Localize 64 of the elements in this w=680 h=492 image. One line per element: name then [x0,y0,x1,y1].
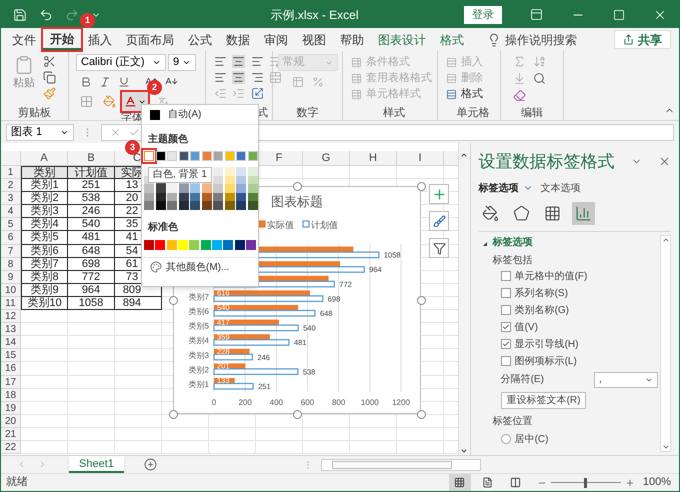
checkbox-label: 显示引导线(H) [514,338,578,352]
table-cell: 类别4 [21,218,68,232]
axis-tick-label: 1200 [392,398,410,407]
group-label: 样式 [383,106,405,120]
table-cell: 1058 [68,296,115,310]
category-label: 类别5 [188,322,209,331]
panel-title: 设置数据标签格式 [478,151,616,173]
table-cell: 251 [68,179,115,192]
table-cell: 246 [68,205,115,218]
table-cell: 类别 [21,166,68,180]
status-text: 就绪 [6,475,28,490]
group-label: 单元格 [456,106,490,120]
table-cell: 698 [68,258,115,271]
legend-label: 实际值 [267,220,294,230]
category-label: 类别4 [188,336,209,346]
zoom-level: 100% [642,475,671,490]
checkbox-label: 单元格中的值(F) [514,270,588,284]
legend-entry: 计划值 [302,220,338,230]
table-cell: 类别1 [21,179,68,192]
group-label: 剪贴板 [18,106,51,120]
checkbox-label: 类别名称(G) [514,304,570,318]
table-cell: 481 [68,231,115,245]
table-cell: 894 [115,296,162,310]
separator-label: 分隔符(E) [500,373,545,387]
axis-tick-label: 800 [332,398,346,407]
theme-colors-heading: 主题颜色 [147,134,188,145]
axis-tick-label: 0 [212,398,216,407]
checkbox-label: 系列名称(S) [514,286,568,300]
axis-tick-label: 600 [300,398,314,407]
table-cell: 计划值 [68,166,115,180]
checkbox-label: 值(V) [514,320,538,334]
axis-tick-label: 200 [238,398,252,407]
category-label: 类别2 [188,365,209,374]
table-cell: 964 [68,284,115,297]
legend-entry: 实际值 [258,220,294,230]
table-cell: 类别7 [21,258,68,271]
table-cell: 类别5 [21,231,68,245]
window-title: 示例.xlsx - Excel [269,6,360,24]
radio-label: 居中(C) [514,432,548,446]
table-cell: 538 [68,192,115,206]
category-label: 类别1 [188,380,209,389]
axis-tick-label: 400 [270,398,284,407]
category-label: 类别6 [188,307,209,316]
checkbox-label: 图例项标示(L) [514,354,577,368]
category-label: 类别3 [188,350,209,360]
chart-title: 图表标题 [271,194,323,209]
step-badge: 2 [147,80,162,95]
table-cell: 类别2 [21,192,68,206]
group-label: 标签包括 [492,254,534,268]
table-cell: 648 [68,244,115,258]
category-label: 类别7 [188,292,209,302]
group-label: 数字 [296,106,318,120]
table-cell: 类别10 [21,296,68,310]
axis-tick-label: 1000 [360,398,379,407]
table-cell: 类别3 [21,205,68,218]
table-cell: 540 [68,218,115,232]
table-cell: 类别8 [21,270,68,284]
table-cell: 类别6 [21,244,68,258]
legend-label: 计划值 [311,220,338,230]
table-cell: 772 [68,270,115,284]
table-cell: 类别9 [21,284,68,297]
group-label: 标签位置 [492,414,534,428]
group-label: 编辑 [521,106,544,120]
tooltip: 白色, 背景 1 [148,167,212,183]
